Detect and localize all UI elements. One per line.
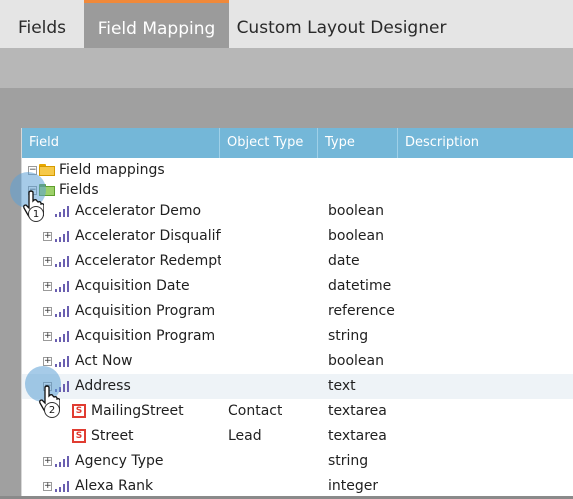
tab-field-mapping[interactable]: Field Mapping [84, 0, 229, 48]
expand-icon[interactable]: + [43, 307, 52, 316]
tree-row-address[interactable]: − Address text [22, 374, 573, 399]
folder-icon [39, 164, 55, 176]
tree-row[interactable]: + Act Now boolean [22, 349, 573, 374]
tree-row[interactable]: Accelerator Demo boolean [22, 199, 573, 224]
tree-row[interactable]: + Agency Type string [22, 449, 573, 474]
field-signal-icon [55, 256, 70, 267]
row-label: Agency Type [75, 453, 164, 469]
expand-icon[interactable]: + [43, 332, 52, 341]
field-signal-icon [55, 206, 70, 217]
field-signal-icon [55, 481, 70, 492]
column-header-type[interactable]: Type [318, 128, 398, 158]
row-type: text [328, 378, 356, 394]
grid-header: Field Object Type Type Description [22, 128, 573, 158]
row-object-type: Lead [228, 428, 262, 444]
row-type: boolean [328, 353, 384, 369]
row-label: Street [91, 428, 134, 444]
row-type: reference [328, 303, 395, 319]
tree-row-mailingstreet[interactable]: S MailingStreet Contact textarea [22, 399, 573, 424]
tree-row[interactable]: + Acquisition Date datetime [22, 274, 573, 299]
field-signal-icon [55, 281, 70, 292]
row-label: MailingStreet [91, 403, 184, 419]
row-label: Address [75, 378, 131, 394]
row-type: date [328, 253, 360, 269]
row-type: boolean [328, 228, 384, 244]
field-signal-icon [55, 356, 70, 367]
field-signal-icon [55, 306, 70, 317]
tree-row[interactable]: + Accelerator Redempti date [22, 249, 573, 274]
toolbar [0, 48, 573, 88]
column-header-field[interactable]: Field [22, 128, 220, 158]
row-label: Acquisition Program N [75, 328, 221, 344]
expand-icon[interactable]: + [43, 482, 52, 491]
row-type: textarea [328, 428, 387, 444]
salesforce-field-icon: S [72, 429, 86, 443]
field-grid: Field Object Type Type Description − Fie… [21, 128, 573, 496]
row-type: string [328, 453, 369, 469]
tree-row[interactable]: + Acquisition Program reference [22, 299, 573, 324]
salesforce-field-icon: S [72, 404, 86, 418]
column-header-object-type[interactable]: Object Type [220, 128, 318, 158]
tree-row[interactable]: + Acquisition Program N string [22, 324, 573, 349]
expand-icon[interactable]: + [43, 257, 52, 266]
column-header-description[interactable]: Description [398, 128, 573, 158]
step-badge-1: 1 [28, 206, 44, 222]
row-type: boolean [328, 203, 384, 219]
tab-fields[interactable]: Fields [0, 0, 84, 48]
expand-icon[interactable]: + [43, 282, 52, 291]
expand-icon[interactable]: + [43, 357, 52, 366]
row-label: Acquisition Date [75, 278, 190, 294]
row-type: integer [328, 478, 379, 494]
expand-icon[interactable]: + [43, 457, 52, 466]
row-label: Accelerator Redempti [75, 253, 221, 269]
expand-icon[interactable]: + [43, 232, 52, 241]
row-object-type: Contact [228, 403, 283, 419]
step-badge-2: 2 [44, 402, 60, 418]
row-label: Act Now [75, 353, 133, 369]
tab-bar: Fields Field Mapping Custom Layout Desig… [0, 0, 573, 48]
tree-row-street[interactable]: S Street Lead textarea [22, 424, 573, 449]
row-type: datetime [328, 278, 392, 294]
row-label: Accelerator Demo [75, 203, 202, 219]
row-label: Alexa Rank [75, 478, 154, 494]
row-type: string [328, 328, 369, 344]
tree-row[interactable]: + Accelerator Disqualifie boolean [22, 224, 573, 249]
row-label: Acquisition Program [75, 303, 216, 319]
row-type: textarea [328, 403, 387, 419]
tree-row[interactable]: + Alexa Rank integer [22, 474, 573, 499]
field-signal-icon [55, 231, 70, 242]
field-signal-icon [55, 331, 70, 342]
field-signal-icon [55, 456, 70, 467]
row-label: Accelerator Disqualifie [75, 228, 221, 244]
tab-custom-layout-designer[interactable]: Custom Layout Designer [229, 0, 454, 48]
